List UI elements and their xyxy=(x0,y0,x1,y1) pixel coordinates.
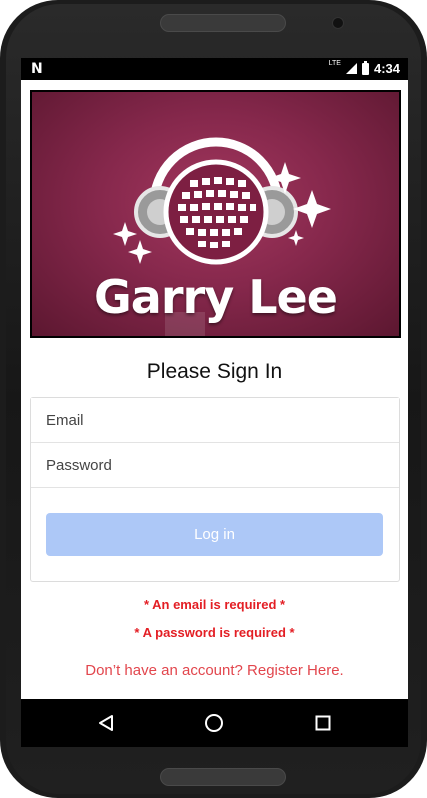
notification-n-icon: N xyxy=(31,61,43,77)
recents-square-icon xyxy=(315,715,331,731)
hero-banner: Garry Lee xyxy=(30,90,401,338)
login-button[interactable]: Log in xyxy=(46,513,383,556)
status-indicators: LTE 4:34 xyxy=(328,60,400,76)
recents-button[interactable] xyxy=(293,699,353,747)
email-field[interactable] xyxy=(31,398,399,442)
status-time: 4:34 xyxy=(373,61,400,76)
front-camera xyxy=(332,17,344,29)
phone-frame: N LTE 4:34 Garry Lee Please Sign In Emai… xyxy=(0,0,427,798)
battery-icon xyxy=(361,60,369,75)
back-button[interactable] xyxy=(76,699,136,747)
password-error-message: * A password is required * xyxy=(134,625,295,640)
back-triangle-icon xyxy=(99,715,113,731)
password-field[interactable] xyxy=(31,443,399,487)
sign-in-form: Log in xyxy=(30,397,400,582)
status-bar: N LTE 4:34 xyxy=(21,58,408,80)
home-button[interactable] xyxy=(184,699,244,747)
email-field-container xyxy=(31,398,399,443)
password-field-container xyxy=(31,443,399,488)
home-circle-icon xyxy=(205,714,223,732)
network-type-label: LTE xyxy=(328,60,341,67)
register-link[interactable]: Don’t have an account? Register Here. xyxy=(21,662,408,679)
bottom-speaker xyxy=(160,768,286,786)
signal-icon xyxy=(345,63,357,74)
screen: N LTE 4:34 Garry Lee Please Sign In Emai… xyxy=(21,58,408,741)
email-error-message: * An email is required * xyxy=(143,597,286,612)
navigation-bar xyxy=(21,699,408,747)
top-speaker xyxy=(160,14,286,32)
page-title: Please Sign In xyxy=(146,360,283,383)
banner-logo-text: Garry Lee xyxy=(94,270,338,324)
